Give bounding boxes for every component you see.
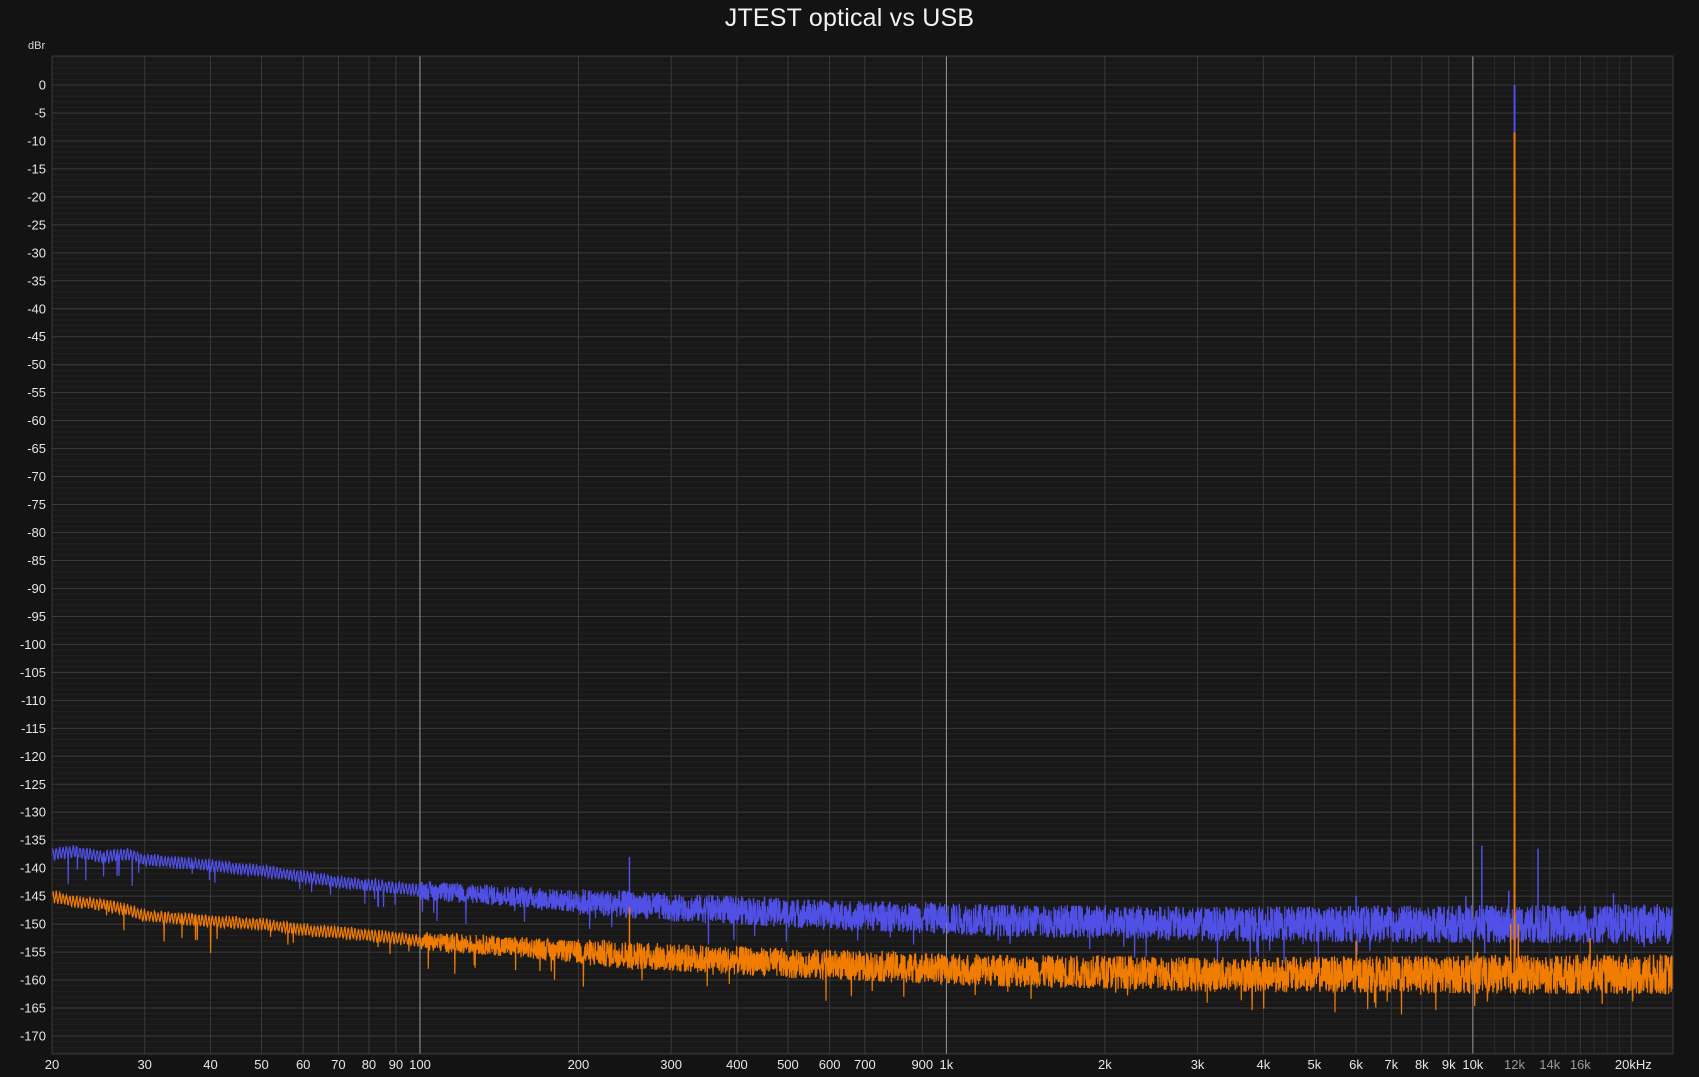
x-tick-label: 90 bbox=[389, 1057, 403, 1072]
y-tick-label: -15 bbox=[27, 161, 46, 176]
y-tick-label: -5 bbox=[34, 105, 46, 120]
x-tick-label: 20kHz bbox=[1615, 1057, 1652, 1072]
y-axis-ticks: 0 -5 -10 -15 -20 -25 -30 -35 -40 -45 -50 -55 -60 -65 -… bbox=[20, 78, 46, 1044]
x-tick-label: 900 bbox=[911, 1057, 933, 1072]
y-tick-label: -55 bbox=[27, 385, 46, 400]
y-tick-label: -140 bbox=[20, 861, 46, 876]
x-tick-label: 10k bbox=[1462, 1057, 1483, 1072]
y-tick-label: -150 bbox=[20, 917, 46, 932]
y-tick-label: -165 bbox=[20, 1001, 46, 1016]
spectrum-chart: 0 -5 -10 -15 -20 -25 -30 -35 -40 -45 -50 -55 -60 -65 -… bbox=[20, 55, 1674, 1072]
y-tick-label: -80 bbox=[27, 525, 46, 540]
x-tick-label: 30 bbox=[137, 1057, 151, 1072]
y-tick-label: -105 bbox=[20, 665, 46, 680]
x-tick-label: 9k bbox=[1442, 1057, 1456, 1072]
y-tick-label: -35 bbox=[27, 273, 46, 288]
x-tick-label: 60 bbox=[296, 1057, 310, 1072]
x-tick-label: 80 bbox=[362, 1057, 376, 1072]
x-tick-label: 700 bbox=[854, 1057, 876, 1072]
x-tick-label: 14k bbox=[1539, 1057, 1560, 1072]
y-tick-label: 0 bbox=[39, 78, 46, 93]
x-tick-label: 200 bbox=[568, 1057, 590, 1072]
y-tick-label: -60 bbox=[27, 413, 46, 428]
y-tick-label: -25 bbox=[27, 217, 46, 232]
x-tick-label: 50 bbox=[254, 1057, 268, 1072]
y-tick-label: -95 bbox=[27, 609, 46, 624]
x-tick-label: 20 bbox=[45, 1057, 59, 1072]
y-tick-label: -145 bbox=[20, 889, 46, 904]
x-tick-label: 70 bbox=[331, 1057, 345, 1072]
x-tick-label: 40 bbox=[203, 1057, 217, 1072]
y-tick-label: -130 bbox=[20, 805, 46, 820]
y-tick-label: -115 bbox=[21, 721, 46, 736]
x-tick-label: 8k bbox=[1415, 1057, 1429, 1072]
y-tick-label: -45 bbox=[27, 329, 46, 344]
x-axis-ticks: 20 30 40 50 60 70 80 90 100 200 300 400 500 600 700 900… bbox=[45, 1057, 1652, 1072]
y-tick-label: -40 bbox=[27, 301, 46, 316]
y-tick-label: -125 bbox=[20, 777, 46, 792]
y-tick-label: -85 bbox=[27, 553, 46, 568]
x-tick-label: 600 bbox=[819, 1057, 841, 1072]
y-tick-label: -10 bbox=[27, 133, 46, 148]
x-tick-label: 12k bbox=[1504, 1057, 1525, 1072]
y-tick-label: -135 bbox=[20, 833, 46, 848]
x-tick-label: 1k bbox=[940, 1057, 954, 1072]
y-tick-label: -120 bbox=[20, 749, 46, 764]
y-tick-label: -75 bbox=[27, 497, 46, 512]
x-tick-label: 4k bbox=[1256, 1057, 1270, 1072]
x-tick-label: 16k bbox=[1570, 1057, 1591, 1072]
y-tick-label: -155 bbox=[20, 945, 46, 960]
y-tick-label: -65 bbox=[27, 441, 46, 456]
y-tick-label: -90 bbox=[27, 581, 46, 596]
x-tick-label: 400 bbox=[726, 1057, 748, 1072]
x-tick-label: 3k bbox=[1191, 1057, 1205, 1072]
y-tick-label: -70 bbox=[27, 469, 46, 484]
y-tick-label: -100 bbox=[20, 637, 46, 652]
x-tick-label: 6k bbox=[1349, 1057, 1363, 1072]
x-tick-label: 7k bbox=[1384, 1057, 1398, 1072]
y-tick-label: -170 bbox=[20, 1029, 46, 1044]
y-tick-label: -20 bbox=[27, 189, 46, 204]
y-tick-label: -30 bbox=[27, 245, 46, 260]
x-tick-label: 100 bbox=[409, 1057, 431, 1072]
x-tick-label: 5k bbox=[1308, 1057, 1322, 1072]
x-tick-label: 500 bbox=[777, 1057, 799, 1072]
y-tick-label: -50 bbox=[27, 357, 46, 372]
x-tick-label: 2k bbox=[1098, 1057, 1112, 1072]
x-tick-label: 300 bbox=[660, 1057, 682, 1072]
y-tick-label: -110 bbox=[21, 693, 46, 708]
y-tick-label: -160 bbox=[20, 973, 46, 988]
